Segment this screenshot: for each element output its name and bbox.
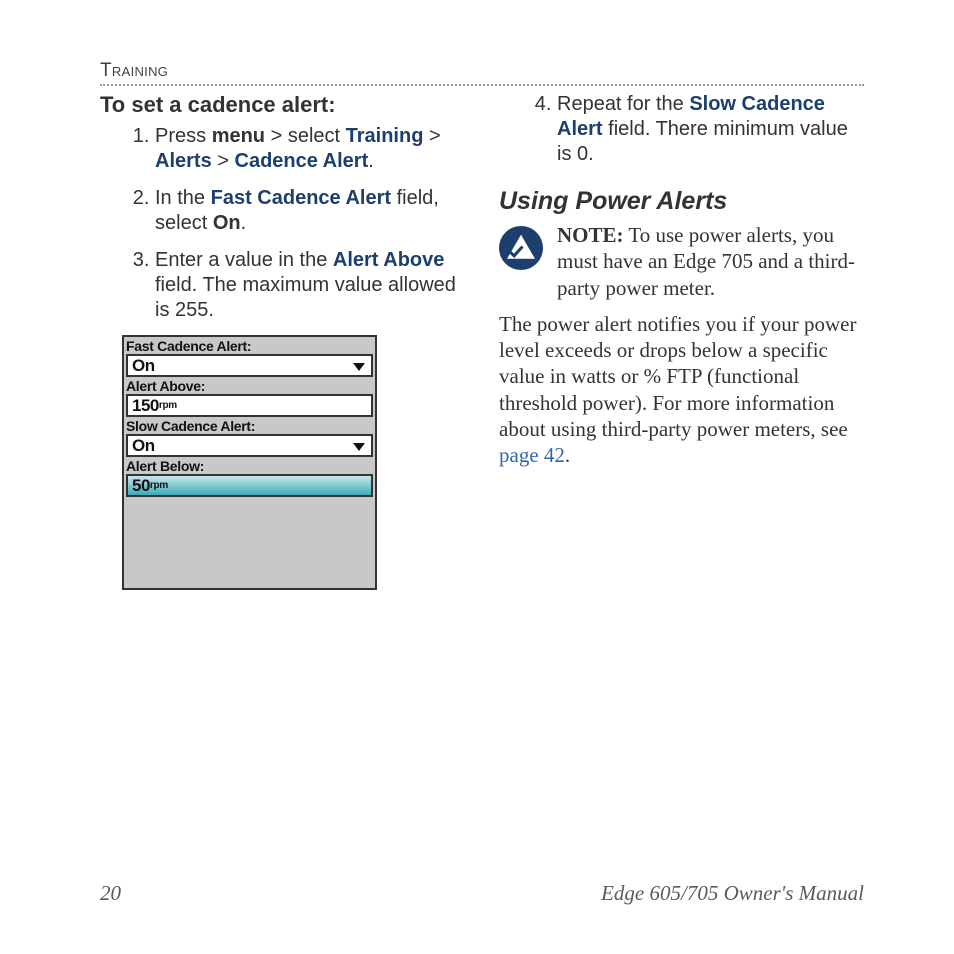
manual-title: Edge 605/705 Owner's Manual <box>601 881 864 906</box>
alert-above-label: Alert Above: <box>124 377 375 394</box>
alert-above-field[interactable]: 150rpm <box>126 394 373 417</box>
slow-cadence-label: Slow Cadence Alert: <box>124 417 375 434</box>
step-1: Press menu > select Training > Alerts > … <box>155 124 465 174</box>
power-alerts-heading: Using Power Alerts <box>499 187 864 216</box>
slow-cadence-field[interactable]: On <box>126 434 373 457</box>
fast-cadence-label: Fast Cadence Alert: <box>124 337 375 354</box>
device-screenshot: Fast Cadence Alert: On Alert Above: 150r… <box>122 335 377 590</box>
alert-below-field[interactable]: 50rpm <box>126 474 373 497</box>
alert-below-label: Alert Below: <box>124 457 375 474</box>
step-2: In the Fast Cadence Alert field, select … <box>155 186 465 236</box>
step-3: Enter a value in the Alert Above field. … <box>155 248 465 323</box>
note-text: NOTE: To use power alerts, you must have… <box>557 222 864 301</box>
steps-left: Press menu > select Training > Alerts > … <box>100 124 465 323</box>
page-link[interactable]: page 42 <box>499 443 565 467</box>
power-body: The power alert notifies you if your pow… <box>499 311 864 469</box>
fast-cadence-field[interactable]: On <box>126 354 373 377</box>
task-title: To set a cadence alert: <box>100 92 465 118</box>
steps-right: Repeat for the Slow Cadence Alert field.… <box>499 92 864 167</box>
page-number: 20 <box>100 881 121 906</box>
running-head: Training <box>100 60 864 82</box>
note-icon <box>499 226 543 270</box>
note-block: NOTE: To use power alerts, you must have… <box>499 222 864 301</box>
step-4: Repeat for the Slow Cadence Alert field.… <box>557 92 864 167</box>
header-divider <box>100 84 864 86</box>
